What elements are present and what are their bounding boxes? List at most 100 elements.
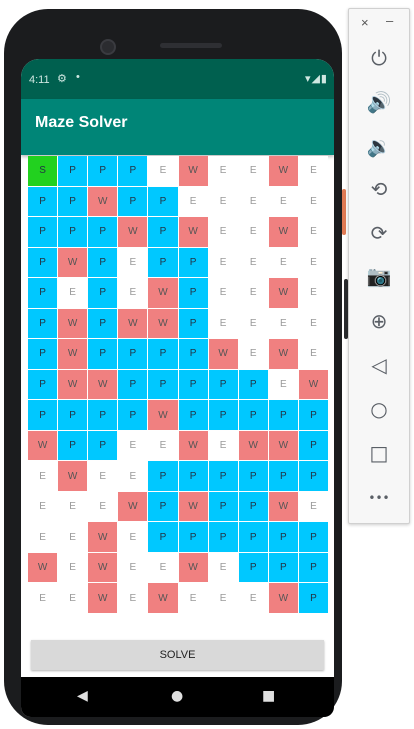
maze-cell[interactable]: W (238, 430, 268, 461)
maze-cell[interactable]: E (118, 430, 148, 461)
home-icon[interactable]: ● (171, 688, 183, 704)
maze-cell[interactable]: E (298, 491, 328, 522)
maze-cell[interactable]: P (88, 278, 118, 308)
maze-cell[interactable]: P (178, 369, 208, 400)
maze-cell[interactable]: E (238, 186, 268, 217)
solve-button[interactable]: SOLVE (31, 640, 324, 670)
maze-cell[interactable]: W (88, 186, 118, 217)
power-key[interactable] (342, 189, 346, 235)
maze-cell[interactable]: E (118, 583, 148, 613)
maze-cell[interactable]: P (58, 186, 88, 217)
maze-cell[interactable]: P (58, 156, 88, 186)
maze-cell[interactable]: P (238, 461, 268, 491)
rotate-left-icon[interactable]: ⟲ (349, 174, 409, 204)
maze-cell[interactable]: P (88, 400, 118, 430)
maze-cell[interactable]: P (58, 217, 88, 247)
maze-cell[interactable]: W (58, 369, 88, 400)
maze-cell[interactable]: E (298, 217, 328, 247)
maze-cell[interactable]: P (118, 369, 148, 400)
maze-cell[interactable]: P (148, 186, 178, 217)
maze-cell[interactable]: P (28, 369, 58, 400)
maze-cell[interactable]: W (268, 583, 298, 613)
maze-cell[interactable]: E (58, 583, 88, 613)
minimize-icon[interactable]: – (386, 13, 393, 28)
close-icon[interactable]: × (361, 15, 369, 30)
maze-cell[interactable]: W (58, 247, 88, 278)
maze-cell[interactable]: W (88, 369, 118, 400)
zoom-icon[interactable]: ⊕ (349, 306, 409, 336)
maze-cell[interactable]: E (268, 308, 298, 339)
maze-cell[interactable]: W (88, 552, 118, 583)
maze-cell[interactable]: P (238, 552, 268, 583)
maze-cell[interactable]: P (298, 583, 328, 613)
maze-cell[interactable]: P (118, 156, 148, 186)
maze-cell[interactable]: E (208, 430, 238, 461)
maze-cell[interactable]: W (178, 491, 208, 522)
maze-cell[interactable]: E (238, 217, 268, 247)
maze-cell[interactable]: E (298, 308, 328, 339)
maze-cell[interactable]: E (208, 552, 238, 583)
maze-cell[interactable]: E (58, 522, 88, 552)
maze-cell[interactable]: P (178, 522, 208, 552)
maze-cell[interactable]: W (148, 308, 178, 339)
rotate-right-icon[interactable]: ⟳ (349, 218, 409, 248)
maze-cell[interactable]: E (298, 186, 328, 217)
maze-cell[interactable]: P (88, 247, 118, 278)
maze-cell[interactable]: P (298, 400, 328, 430)
maze-cell[interactable]: W (268, 430, 298, 461)
maze-cell[interactable]: E (118, 278, 148, 308)
maze-cell[interactable]: P (268, 461, 298, 491)
maze-cell[interactable]: W (118, 491, 148, 522)
maze-cell[interactable]: P (148, 522, 178, 552)
maze-cell[interactable]: P (208, 491, 238, 522)
maze-cell[interactable]: P (118, 400, 148, 430)
overview-icon[interactable]: □ (349, 438, 409, 468)
maze-cell[interactable]: E (208, 217, 238, 247)
maze-cell[interactable]: P (298, 522, 328, 552)
maze-cell[interactable]: W (208, 339, 238, 369)
maze-cell[interactable]: E (178, 583, 208, 613)
maze-cell[interactable]: P (238, 522, 268, 552)
maze-cell[interactable]: P (298, 430, 328, 461)
maze-cell[interactable]: E (118, 247, 148, 278)
maze-cell[interactable]: E (298, 339, 328, 369)
maze-cell[interactable]: E (208, 278, 238, 308)
maze-cell[interactable]: P (28, 247, 58, 278)
maze-cell[interactable]: W (178, 156, 208, 186)
maze-cell[interactable]: E (58, 491, 88, 522)
maze-cell[interactable]: W (28, 552, 58, 583)
maze-cell[interactable]: P (178, 247, 208, 278)
maze-cell[interactable]: E (238, 339, 268, 369)
maze-cell[interactable]: E (238, 156, 268, 186)
maze-cell[interactable]: P (58, 430, 88, 461)
maze-cell[interactable]: E (208, 186, 238, 217)
maze-cell[interactable]: W (148, 278, 178, 308)
maze-cell[interactable]: W (118, 308, 148, 339)
maze-cell[interactable]: E (58, 278, 88, 308)
maze-cell[interactable]: W (178, 217, 208, 247)
maze-cell[interactable]: W (148, 583, 178, 613)
maze-cell[interactable]: P (148, 217, 178, 247)
maze-cell[interactable]: E (28, 522, 58, 552)
maze-cell[interactable]: W (268, 491, 298, 522)
maze-cell[interactable]: E (148, 430, 178, 461)
maze-cell[interactable]: E (28, 461, 58, 491)
maze-cell[interactable]: E (208, 247, 238, 278)
maze-cell[interactable]: W (268, 278, 298, 308)
maze-cell[interactable]: W (178, 430, 208, 461)
maze-cell[interactable]: P (148, 369, 178, 400)
maze-cell[interactable]: P (148, 491, 178, 522)
maze-cell[interactable]: P (28, 339, 58, 369)
maze-cell[interactable]: P (208, 461, 238, 491)
maze-cell[interactable]: E (178, 186, 208, 217)
home-icon[interactable]: ○ (349, 394, 409, 424)
maze-cell[interactable]: E (238, 278, 268, 308)
maze-cell[interactable]: E (28, 583, 58, 613)
maze-cell[interactable]: E (298, 278, 328, 308)
maze-cell[interactable]: P (178, 278, 208, 308)
maze-cell[interactable]: P (238, 369, 268, 400)
maze-cell[interactable]: W (58, 339, 88, 369)
volume-up-icon[interactable]: 🔊 (349, 87, 409, 117)
maze-cell[interactable]: E (238, 247, 268, 278)
maze-cell[interactable]: W (88, 583, 118, 613)
